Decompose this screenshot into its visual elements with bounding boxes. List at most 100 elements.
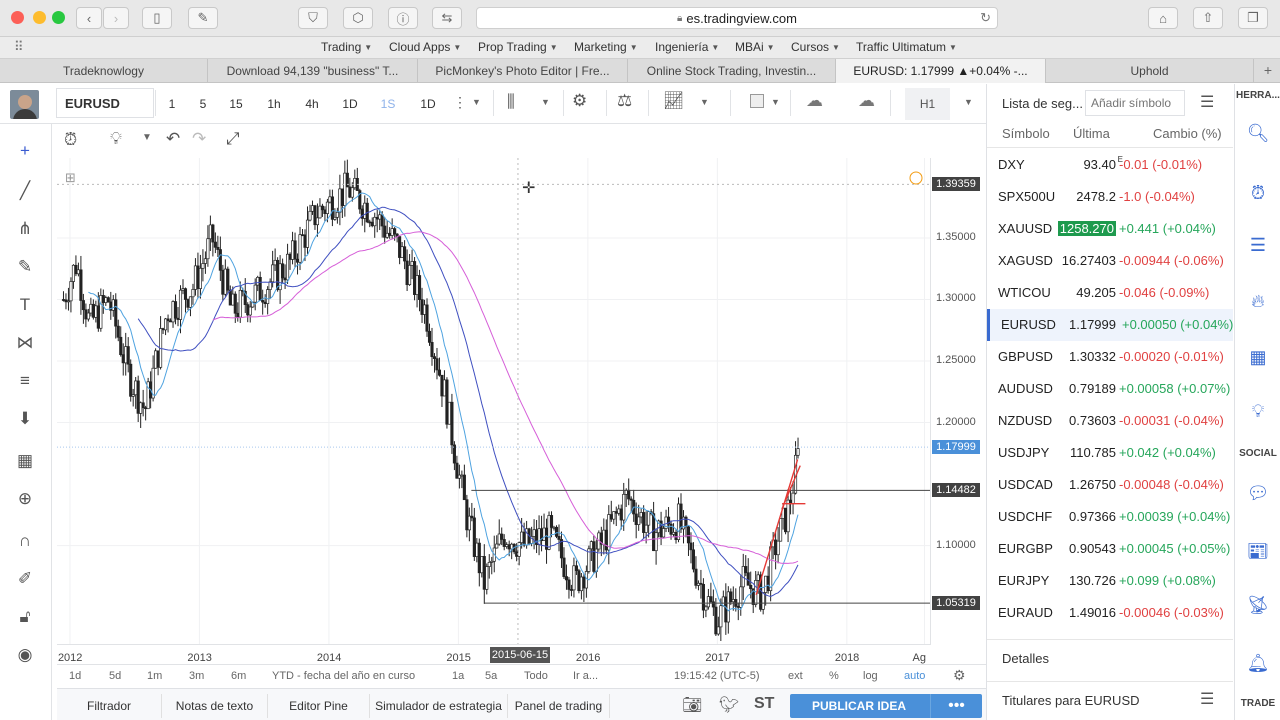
browser-tab[interactable]: PicMonkey's Photo Editor | Fre... (418, 59, 628, 83)
magnet-icon[interactable]: ∩ (10, 526, 40, 556)
stocktwits-icon[interactable]: ST (754, 695, 774, 713)
text-tool-icon[interactable]: T (10, 290, 40, 320)
forward-button[interactable]: › (103, 7, 129, 29)
chevron-down-icon[interactable]: ▼ (771, 97, 780, 107)
address-bar[interactable]: 🔒︎ es.tradingview.com ↻ (476, 7, 998, 29)
browser-tab[interactable]: EURUSD: 1.17999 ▲+0.04% -... (836, 59, 1046, 83)
compare-icon[interactable]: ⚖ (617, 91, 632, 111)
chevron-down-icon[interactable]: ▼ (541, 97, 550, 107)
bottom-tab[interactable]: Simulador de estrategia (370, 694, 508, 718)
browser-tab[interactable]: Online Stock Trading, Investin... (628, 59, 836, 83)
col-symbol[interactable]: Símbolo (1002, 126, 1050, 141)
range-option[interactable]: Ir a... (573, 670, 598, 682)
range-option[interactable]: 1m (147, 670, 162, 682)
chevron-down-icon[interactable]: ▼ (964, 97, 973, 107)
share-icon[interactable]: ⇧ (1193, 7, 1223, 29)
reading-list-icon[interactable]: ✎ (188, 7, 218, 29)
watchlist-row[interactable]: NZDUSD 0.73603 -0.00031 (-0.04%) (987, 405, 1233, 437)
gear-icon[interactable]: ⚙ (572, 91, 587, 111)
indicators-icon[interactable]: 📈︎ (663, 91, 685, 111)
interval-button[interactable]: 1S (376, 88, 400, 120)
interval-button[interactable]: 1D (414, 88, 442, 120)
news-icon[interactable]: 📰︎ (1235, 530, 1280, 572)
cloud-upload-icon[interactable]: ☁ (858, 91, 875, 111)
twitter-icon[interactable]: 🐦︎ (719, 695, 739, 715)
range-option[interactable]: Todo (524, 670, 548, 682)
new-tab-icon[interactable]: + (1264, 62, 1272, 78)
cloud-download-icon[interactable]: ☁ (806, 91, 823, 111)
watchlist-row[interactable]: DXY 93.40 -0.01 (-0.01%) E (987, 149, 1233, 181)
symbol-search-input[interactable]: EURUSD (56, 88, 154, 118)
color-square-icon[interactable] (750, 94, 764, 108)
pitchfork-icon[interactable]: ⋔ (10, 214, 40, 244)
watchlist-row[interactable]: EURGBP 0.90543 +0.00045 (+0.05%) (987, 533, 1233, 565)
extension-arrows-icon[interactable]: ⇆ (432, 7, 462, 29)
chart-option-toggle[interactable]: ext (788, 670, 803, 682)
bookmark-folder[interactable]: Prop Trading ▼ (478, 40, 558, 54)
social-label[interactable]: SOCIAL (1235, 448, 1280, 459)
trade-label[interactable]: TRADE (1235, 698, 1280, 709)
lock-drawings-icon[interactable]: 🔓︎ (10, 602, 40, 632)
watchlist-row[interactable]: WTICOU 49.205 -0.046 (-0.09%) (987, 277, 1233, 309)
chevron-down-icon[interactable]: ▼ (700, 97, 709, 107)
search-icon[interactable]: 🔍︎ (1235, 112, 1280, 154)
trendline-icon[interactable]: ╱ (10, 176, 40, 206)
zoom-icon[interactable]: ⊕ (10, 484, 40, 514)
stay-drawing-icon[interactable]: ✐ (10, 564, 40, 594)
details-section[interactable]: Detalles (987, 639, 1233, 675)
calendar-icon[interactable]: ▦ (1235, 336, 1280, 378)
range-option[interactable]: 3m (189, 670, 204, 682)
bottom-tab[interactable]: Editor Pine (268, 694, 370, 718)
browser-tab[interactable]: Uphold (1046, 59, 1254, 83)
chevron-down-icon[interactable]: ▼ (142, 132, 152, 143)
avatar[interactable] (10, 90, 39, 119)
notification-bell-icon[interactable]: 🔔︎ (1235, 642, 1280, 684)
interval-button[interactable]: 1 (160, 88, 184, 120)
reload-icon[interactable]: ↻ (980, 10, 991, 26)
range-option[interactable]: 1d (69, 670, 81, 682)
price-chart[interactable]: ✛⊞ (57, 158, 931, 644)
brush-icon[interactable]: ✎ (10, 252, 40, 282)
bookmark-folder[interactable]: Traffic Ultimatum ▼ (856, 40, 957, 54)
ideas-bulb-icon[interactable]: 💡︎ (110, 129, 122, 149)
chart-option-toggle[interactable]: auto (904, 670, 925, 682)
info-extension-icon[interactable]: ⓘ (388, 7, 418, 29)
minimize-window-button[interactable] (33, 11, 46, 24)
watchlist-row[interactable]: GBPUSD 1.30332 -0.00020 (-0.01%) (987, 341, 1233, 373)
chart-option-toggle[interactable]: % (829, 670, 839, 682)
bottom-tab[interactable]: Panel de trading (508, 694, 610, 718)
list-icon[interactable]: ☰ (1235, 224, 1280, 266)
redo-icon[interactable]: ↷ (192, 129, 206, 149)
close-window-button[interactable] (11, 11, 24, 24)
add-symbol-input[interactable] (1085, 90, 1185, 116)
measure-icon[interactable]: ▦ (10, 446, 40, 476)
crosshair-icon[interactable]: + (10, 136, 40, 166)
home-icon[interactable]: ⌂ (1148, 7, 1178, 29)
interval-button[interactable]: 5 (191, 88, 215, 120)
browser-tab[interactable]: Tradeknowlogy (0, 59, 208, 83)
headlines-menu-icon[interactable]: ☰ (1200, 689, 1214, 709)
watchlist-row[interactable]: SPX500U 2478.2 -1.0 (-0.04%) (987, 181, 1233, 213)
watchlist-row[interactable]: EURAUD 1.49016 -0.00046 (-0.03%) (987, 597, 1233, 629)
publish-idea-button[interactable]: PUBLICAR IDEA ••• (790, 694, 982, 718)
watchlist-row[interactable]: USDJPY 110.785 +0.042 (+0.04%) (987, 437, 1233, 469)
range-option[interactable]: 5d (109, 670, 121, 682)
more-intervals-icon[interactable]: ⋮ (453, 94, 467, 111)
watchlist-row[interactable]: EURUSD 1.17999 +0.00050 (+0.04%) (987, 309, 1233, 341)
layout-label[interactable]: H1 (905, 88, 950, 120)
streams-icon[interactable]: 📡︎ (1235, 584, 1280, 626)
range-option[interactable]: YTD - fecha del año en curso (272, 670, 415, 682)
watchlist-row[interactable]: USDCAD 1.26750 -0.00048 (-0.04%) (987, 469, 1233, 501)
ideas-bulb-icon[interactable]: 💡︎ (1235, 390, 1280, 432)
bookmark-folder[interactable]: Marketing ▼ (574, 40, 638, 54)
fullscreen-icon[interactable]: ⤢ (226, 129, 240, 149)
bookmark-folder[interactable]: Trading ▼ (321, 40, 372, 54)
candles-icon[interactable]: ⫼ (507, 92, 515, 112)
eye-icon[interactable]: ◉ (10, 640, 40, 670)
watchlist-row[interactable]: XAGUSD 16.27403 -0.00944 (-0.06%) (987, 245, 1233, 277)
camera-icon[interactable]: 📷︎ (682, 695, 702, 715)
range-option[interactable]: 6m (231, 670, 246, 682)
alarm-icon[interactable]: ⏰︎ (1235, 172, 1280, 214)
bookmark-folder[interactable]: Cursos ▼ (791, 40, 840, 54)
hotlist-flame-icon[interactable]: 🔥︎ (1235, 280, 1280, 322)
